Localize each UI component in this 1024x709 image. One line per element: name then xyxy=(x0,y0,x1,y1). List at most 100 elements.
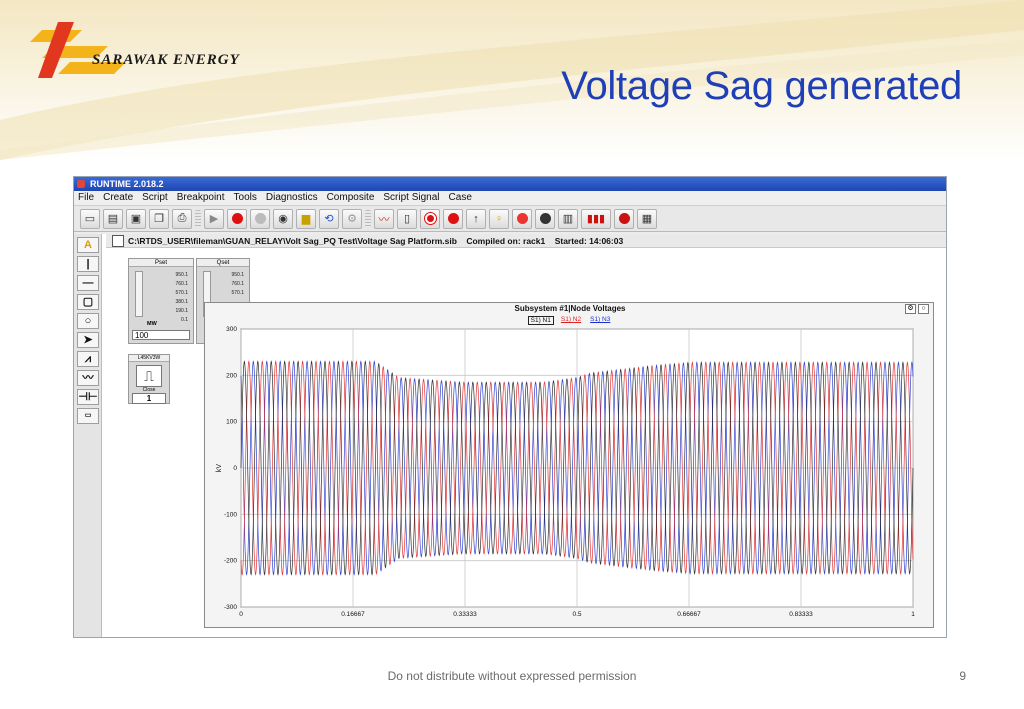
camera-icon[interactable]: ◉ xyxy=(273,208,293,229)
window-titlebar[interactable]: RUNTIME 2.018.2 xyxy=(74,177,946,191)
stop-icon[interactable] xyxy=(227,208,247,229)
circle-icon[interactable]: ○ xyxy=(77,313,99,329)
menu-diagnostics[interactable]: Diagnostics xyxy=(266,191,318,205)
x-tick-label: 1 xyxy=(911,611,915,618)
slide-title: Voltage Sag generated xyxy=(561,64,962,108)
app-icon xyxy=(77,180,85,188)
copy-icon[interactable]: ❐ xyxy=(149,208,169,229)
slide-footer: Do not distribute without expressed perm… xyxy=(387,669,637,683)
menu-composite[interactable]: Composite xyxy=(327,191,375,205)
menu-create[interactable]: Create xyxy=(103,191,133,205)
pset-slider[interactable]: Pset 950.1 760.1 570.1 380.1 190.1 0.1 MW 1… xyxy=(128,258,194,344)
y-tick-label: -100 xyxy=(224,511,237,518)
page-number: 9 xyxy=(959,669,966,683)
bulb-icon[interactable]: ♀ xyxy=(489,208,509,229)
menu-case[interactable]: Case xyxy=(449,191,472,205)
plot-close-icon[interactable]: ○ xyxy=(918,304,929,314)
refresh-icon[interactable]: ⟲ xyxy=(319,208,339,229)
y-tick-label: 300 xyxy=(226,326,237,333)
slider-label: Pset xyxy=(129,259,193,267)
runtime-window: RUNTIME 2.018.2 File Create Script Break… xyxy=(73,176,947,638)
vertical-line-icon[interactable]: | xyxy=(77,256,99,272)
toolbar-separator xyxy=(365,209,371,228)
pencil-icon[interactable] xyxy=(112,235,124,247)
x-tick-label: 0.5 xyxy=(572,611,581,618)
menu-script[interactable]: Script xyxy=(142,191,168,205)
clipboard-icon[interactable]: ▥ xyxy=(558,208,578,229)
arrow-right-icon[interactable]: ➤ xyxy=(77,332,99,348)
switch-value[interactable]: 1 xyxy=(132,393,166,404)
capacitor-icon[interactable]: ⊣⊢ xyxy=(77,389,99,405)
slider-label: Qset xyxy=(197,259,249,267)
svg-text:SARAWAK ENERGY: SARAWAK ENERGY xyxy=(92,52,241,68)
x-tick-label: 0.16667 xyxy=(341,611,365,618)
plot-window: 0 0.16667 0.33333 0.5 0.66667 0.83333 1 300 200 1… xyxy=(204,302,934,628)
label-icon[interactable]: ▭ xyxy=(77,408,99,424)
x-tick-label: 0 xyxy=(239,611,243,618)
plot-title: Subsystem #1|Node Voltages xyxy=(514,304,626,313)
rectangle-icon[interactable]: ▢ xyxy=(77,294,99,310)
plot-settings-icon[interactable]: ⚙ xyxy=(905,304,916,314)
save-icon[interactable]: ▣ xyxy=(126,208,146,229)
alarm-icon[interactable] xyxy=(512,208,532,229)
resistor-icon[interactable]: ⩘ xyxy=(77,351,99,367)
menu-file[interactable]: File xyxy=(78,191,94,205)
switch-label: L45KV3W xyxy=(129,355,169,362)
menu-tools[interactable]: Tools xyxy=(234,191,257,205)
folder-icon[interactable]: ▆ xyxy=(296,208,316,229)
slider-ticks: 950.1 760.1 570.1 xyxy=(231,272,244,296)
record-icon[interactable] xyxy=(250,208,270,229)
sarawak-energy-logo: SARAWAK ENERGY xyxy=(30,22,241,78)
meter-icon[interactable]: ▯ xyxy=(397,208,417,229)
bars-icon[interactable]: ▮▮▮ xyxy=(581,208,611,229)
window-title: RUNTIME 2.018.2 xyxy=(90,179,164,189)
y-tick-label: 100 xyxy=(226,419,237,426)
toolbar: ▭ ▤ ▣ ❐ ⎙ ▶ ◉ ▆ ⟲ ⚙ 〰 ▯ ↑ ♀ ▥ ▮▮▮ ▦ xyxy=(74,205,946,232)
started-time: Started: 14:06:03 xyxy=(554,236,624,246)
pause-icon[interactable] xyxy=(420,208,440,229)
play-icon[interactable]: ▶ xyxy=(204,208,224,229)
record2-icon[interactable] xyxy=(614,208,634,229)
disk-icon[interactable] xyxy=(535,208,555,229)
plot-icon[interactable]: 〰 xyxy=(374,208,394,229)
x-tick-label: 0.33333 xyxy=(453,611,477,618)
menu-bar: File Create Script Breakpoint Tools Diag… xyxy=(74,191,946,205)
breaker-switch[interactable]: L45KV3W ⎍ Close 1 xyxy=(128,354,170,404)
stop2-icon[interactable] xyxy=(443,208,463,229)
legend-n1[interactable]: S1) N1 xyxy=(527,316,554,325)
plot-legend: S1) N1 S1) N2 S1) N3 xyxy=(205,316,935,325)
legend-n2[interactable]: S1) N2 xyxy=(559,316,583,325)
y-tick-label: 0 xyxy=(233,465,237,472)
voltage-plot[interactable]: 0 0.16667 0.33333 0.5 0.66667 0.83333 1 300 200 1… xyxy=(205,303,935,629)
switch-icon: ⎍ xyxy=(136,365,162,387)
workspace: A | — ▢ ○ ➤ ⩘ 〰 ⊣⊢ ▭ C:\RTDS_USER\filema… xyxy=(74,234,946,637)
legend-n3[interactable]: S1) N3 xyxy=(588,316,612,325)
slider-unit: MW xyxy=(147,321,157,327)
toolbar-separator xyxy=(195,209,201,228)
inductor-icon[interactable]: 〰 xyxy=(77,370,99,386)
text-tool-icon[interactable]: A xyxy=(77,237,99,253)
y-tick-label: -300 xyxy=(224,604,237,611)
draw-palette: A | — ▢ ○ ➤ ⩘ 〰 ⊣⊢ ▭ xyxy=(74,234,102,637)
arrow-icon[interactable]: ↑ xyxy=(466,208,486,229)
y-tick-label: 200 xyxy=(226,372,237,379)
slider-track[interactable] xyxy=(135,271,143,317)
new-icon[interactable]: ▭ xyxy=(80,208,100,229)
grid-icon[interactable]: ▦ xyxy=(637,208,657,229)
horizontal-line-icon[interactable]: — xyxy=(77,275,99,291)
menu-script-signal[interactable]: Script Signal xyxy=(383,191,439,205)
x-tick-label: 0.66667 xyxy=(677,611,701,618)
file-path: C:\RTDS_USER\fileman\GUAN_RELAY\Volt Sag… xyxy=(128,236,457,246)
settings-icon[interactable]: ⚙ xyxy=(342,208,362,229)
file-path-bar: C:\RTDS_USER\fileman\GUAN_RELAY\Volt Sag… xyxy=(106,234,946,248)
print-icon[interactable]: ⎙ xyxy=(172,208,192,229)
compiled-on: Compiled on: rack1 xyxy=(466,236,546,246)
x-tick-label: 0.83333 xyxy=(789,611,813,618)
plot-controls: ⚙ ○ xyxy=(905,304,929,314)
open-icon[interactable]: ▤ xyxy=(103,208,123,229)
slider-ticks: 950.1 760.1 570.1 380.1 190.1 0.1 xyxy=(175,272,188,323)
slider-value[interactable]: 100 xyxy=(132,330,190,340)
y-axis-label: kV xyxy=(216,464,223,473)
menu-breakpoint[interactable]: Breakpoint xyxy=(177,191,225,205)
y-tick-label: -200 xyxy=(224,558,237,565)
